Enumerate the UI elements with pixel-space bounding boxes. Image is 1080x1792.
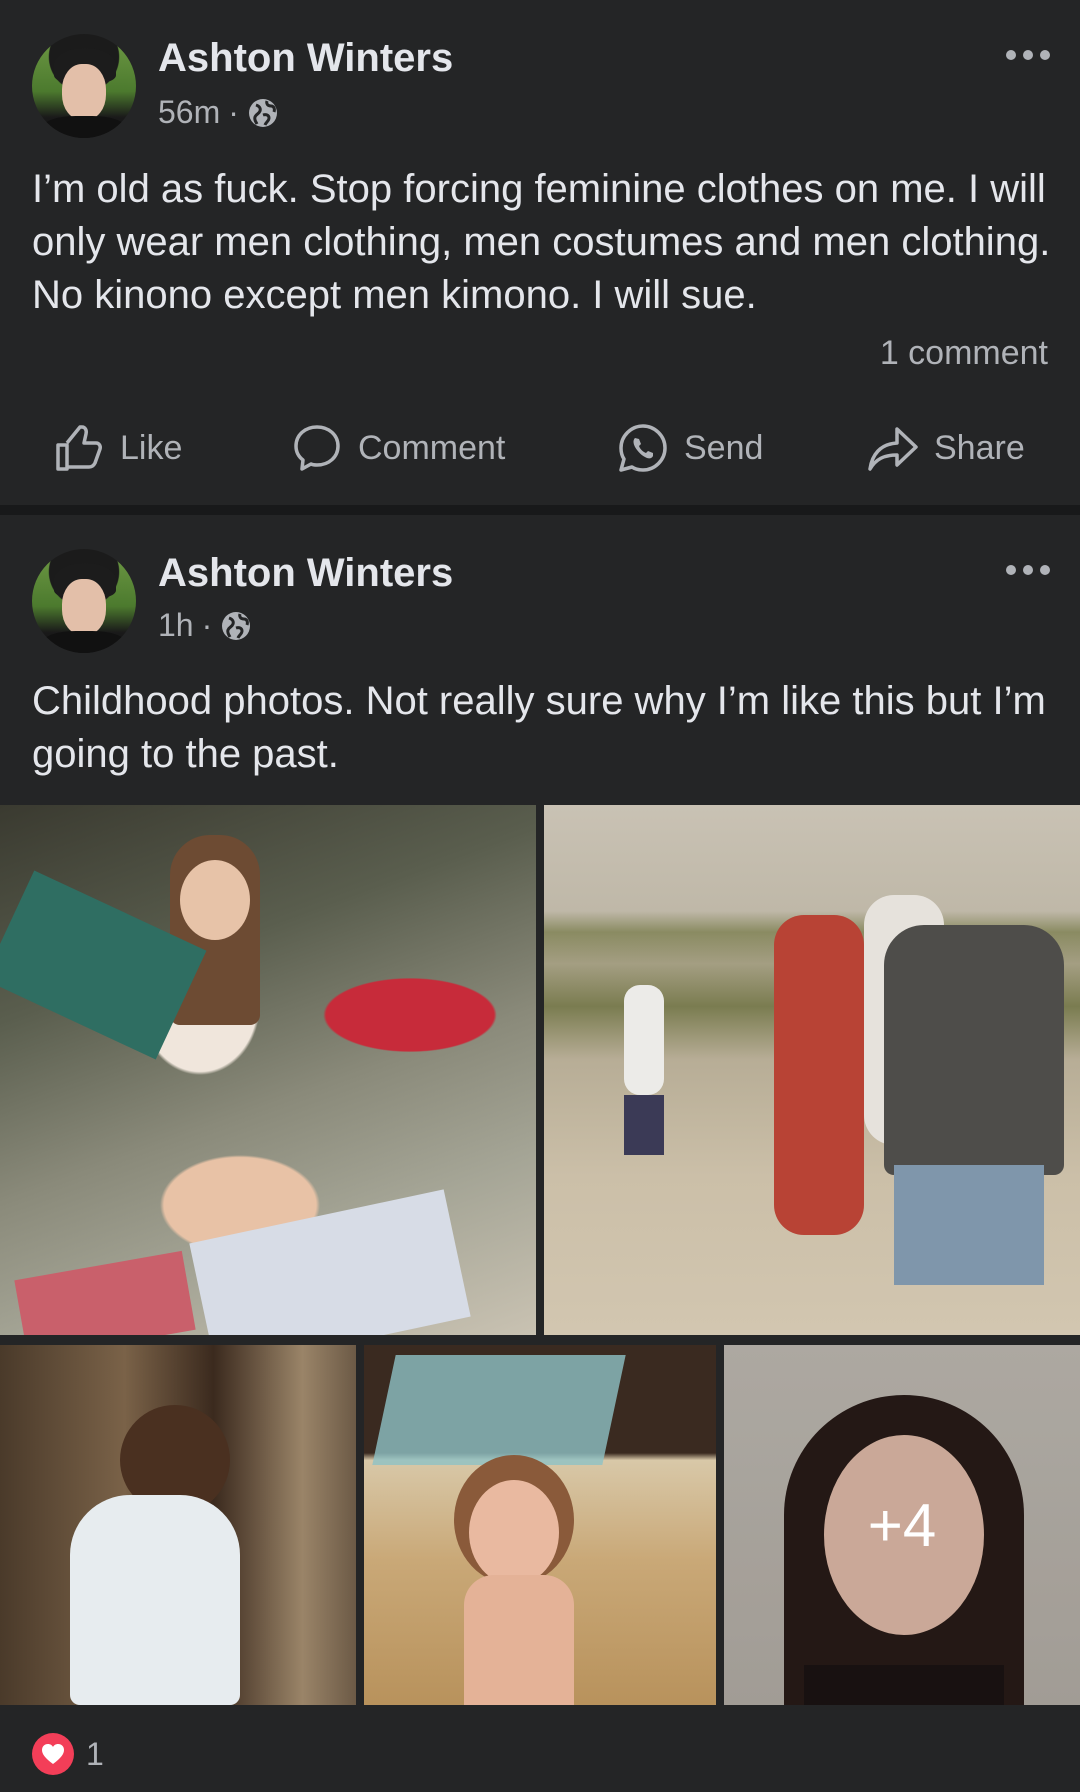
post-card: Ashton Winters 56m · I’m old as fuck. St… bbox=[0, 0, 1080, 505]
post-text: I’m old as fuck. Stop forcing feminine c… bbox=[32, 167, 1051, 317]
comment-count-link[interactable]: 1 comment bbox=[880, 334, 1048, 373]
author-name[interactable]: Ashton Winters bbox=[158, 36, 453, 81]
photo-school-portrait[interactable]: +4 bbox=[724, 1345, 1080, 1705]
more-options-button[interactable] bbox=[1006, 50, 1050, 60]
like-button[interactable]: Like bbox=[52, 408, 182, 488]
author-avatar[interactable] bbox=[32, 34, 136, 138]
reaction-count: 1 bbox=[86, 1735, 104, 1772]
send-button[interactable]: Send bbox=[616, 408, 763, 488]
globe-icon bbox=[248, 98, 277, 127]
post-meta: 1h · bbox=[158, 607, 252, 644]
post-action-bar: Like Comment Send Share bbox=[0, 408, 1080, 488]
author-name[interactable]: Ashton Winters bbox=[158, 551, 453, 596]
author-avatar[interactable] bbox=[32, 549, 136, 653]
whatsapp-icon bbox=[619, 424, 667, 472]
more-photos-overlay[interactable]: +4 bbox=[724, 1345, 1080, 1705]
meta-separator: · bbox=[228, 94, 239, 130]
send-label: Send bbox=[684, 428, 764, 467]
post-text: Childhood photos. Not really sure why I’… bbox=[32, 679, 1046, 776]
post-time[interactable]: 56m bbox=[158, 94, 220, 131]
comment-label: Comment bbox=[358, 428, 506, 467]
comment-bubble-icon bbox=[294, 425, 340, 471]
post-meta: 56m · bbox=[158, 94, 279, 131]
post-time[interactable]: 1h bbox=[158, 607, 194, 644]
share-label: Share bbox=[934, 428, 1025, 467]
heart-icon bbox=[32, 1733, 74, 1775]
post-card: Ashton Winters 1h · Childhood photos. No… bbox=[0, 515, 1080, 1792]
comment-button[interactable]: Comment bbox=[290, 408, 505, 488]
photo-toddler-white-dress[interactable] bbox=[0, 1345, 356, 1705]
thumbs-up-icon bbox=[56, 425, 102, 471]
meta-separator: · bbox=[201, 607, 213, 643]
like-label: Like bbox=[120, 428, 183, 467]
globe-icon bbox=[222, 611, 251, 640]
share-arrow-icon bbox=[868, 427, 918, 471]
share-button[interactable]: Share bbox=[866, 408, 1025, 488]
photo-christmas-presents[interactable] bbox=[0, 805, 536, 1335]
reaction-summary[interactable]: 1 bbox=[32, 1733, 104, 1775]
photo-marsh-shore[interactable] bbox=[544, 805, 1080, 1335]
photo-toddler-kitchen[interactable] bbox=[364, 1345, 716, 1705]
more-options-button[interactable] bbox=[1006, 565, 1050, 575]
